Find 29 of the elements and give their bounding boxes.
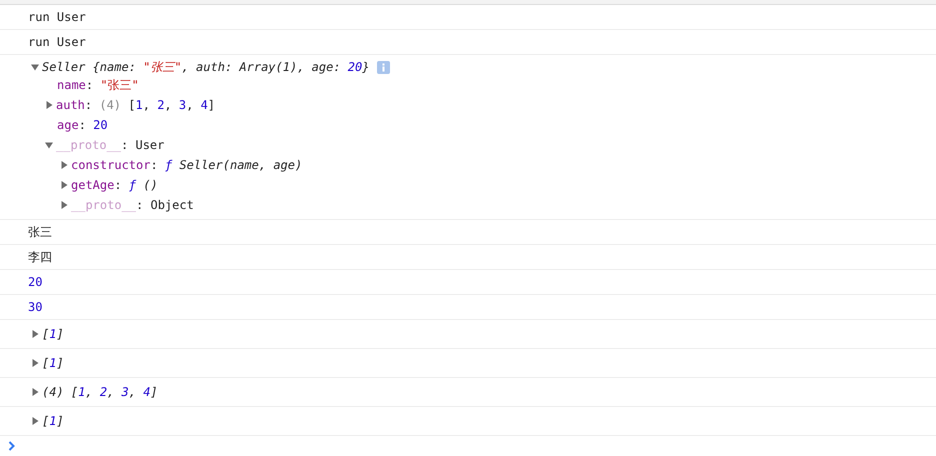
console-text: [1] (42, 413, 64, 429)
console-text: (4) [1, 2, 3, 4] (42, 384, 158, 400)
console-text: auth: (4) [1, 2, 3, 4] (56, 97, 216, 113)
console-text: [1] (42, 326, 64, 342)
expand-arrow-icon[interactable] (31, 63, 39, 71)
console-text: getAge: ƒ () (71, 177, 158, 193)
console-text: __proto__: Object (71, 197, 194, 213)
expand-arrow-icon[interactable] (45, 141, 53, 149)
console-text: run User (28, 34, 86, 50)
console-text: name: "张三" (57, 77, 139, 93)
console-text: 李四 (28, 249, 52, 265)
console-text: [1] (42, 355, 64, 371)
console-text: 张三 (28, 224, 52, 240)
console-text: __proto__: User (56, 137, 164, 153)
console-text: 30 (28, 299, 42, 315)
console-text: Seller {name: "张三", auth: Array(1), age: 20} (42, 59, 370, 75)
expand-arrow-icon[interactable] (31, 330, 39, 338)
expand-arrow-icon[interactable] (60, 201, 68, 209)
console-text: run User (28, 9, 86, 25)
expand-arrow-icon[interactable] (45, 101, 53, 109)
expand-arrow-icon[interactable] (60, 161, 68, 169)
console-text: constructor: ƒ Seller(name, age) (71, 157, 302, 173)
expand-arrow-icon[interactable] (60, 181, 68, 189)
prompt-icon (8, 441, 16, 451)
expand-arrow-icon[interactable] (31, 388, 39, 396)
console-text: age: 20 (57, 117, 108, 133)
expand-arrow-icon[interactable] (31, 359, 39, 367)
expand-arrow-icon[interactable] (31, 417, 39, 425)
console-text: 20 (28, 274, 42, 290)
